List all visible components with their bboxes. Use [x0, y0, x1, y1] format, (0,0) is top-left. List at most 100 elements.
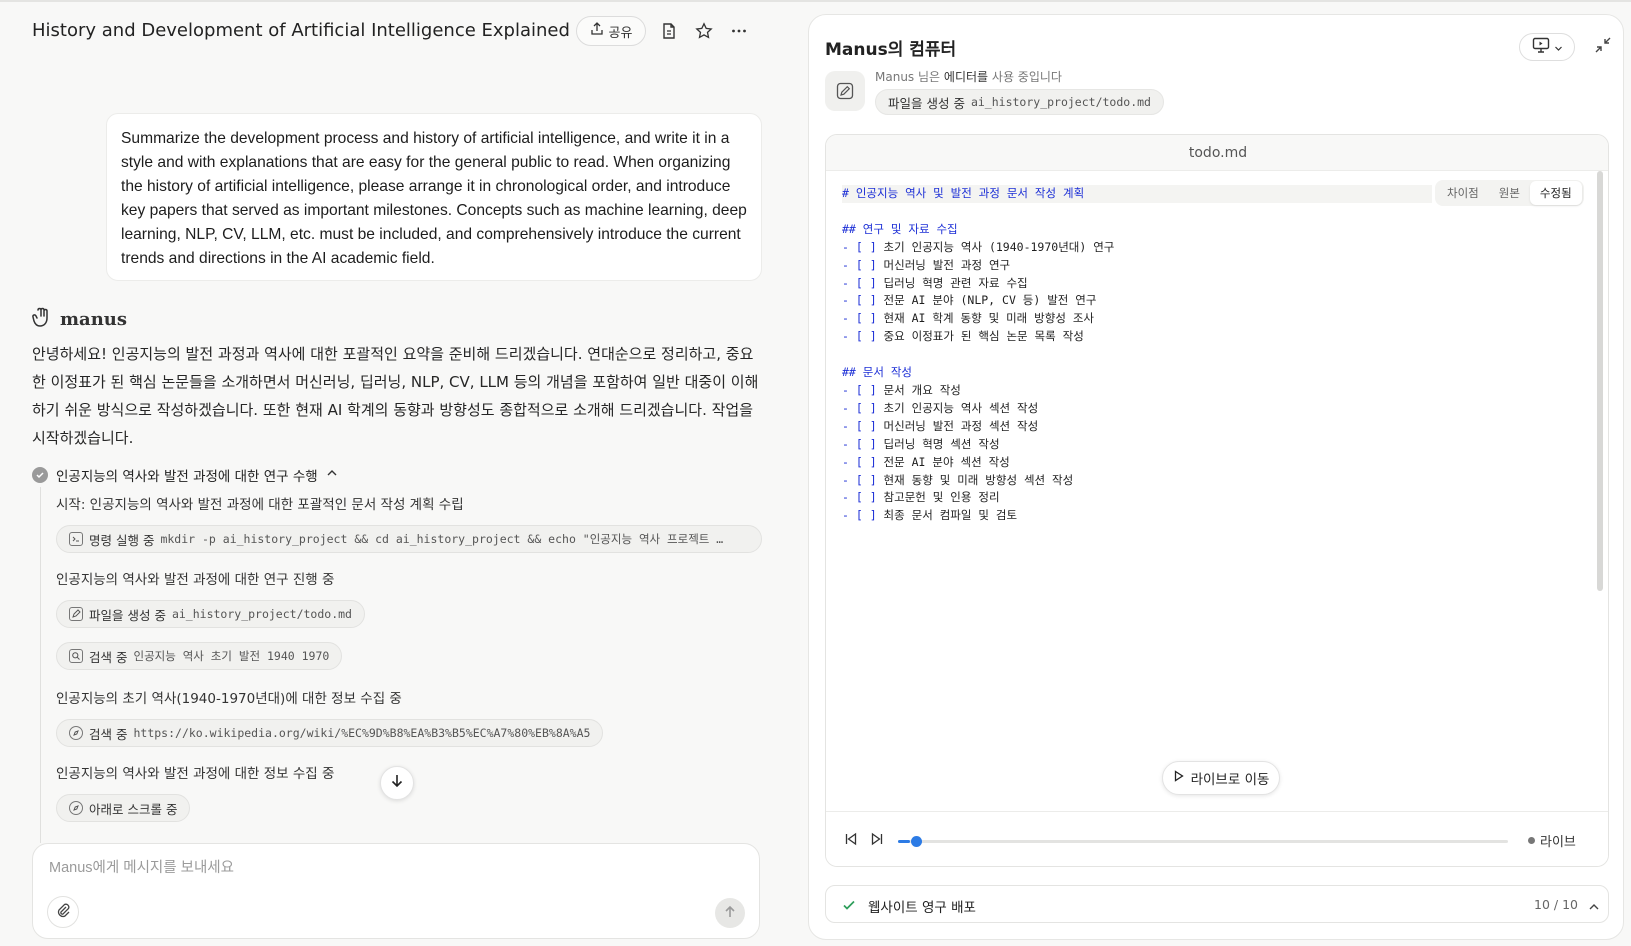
play-icon [1173, 770, 1185, 786]
todo-line: - [ ] 최종 문서 컴파일 및 검토 [842, 508, 1018, 523]
heading-line: ## 문서 작성 [842, 365, 913, 380]
collapse-icon [1594, 36, 1612, 58]
share-label: 공유 [608, 25, 633, 41]
file-content: # 인공지능 역사 및 발전 과정 문서 작성 계획 ## 연구 및 자료 수집… [842, 185, 1432, 525]
tab-diff[interactable]: 차이점 [1437, 181, 1489, 205]
todo-line: - [ ] 전문 AI 분야 (NLP, CV 등) 발전 연구 [842, 293, 1097, 308]
live-dot-icon [1528, 837, 1535, 844]
computer-status: Manus 님은 에디터를 사용 중입니다 [875, 68, 1062, 85]
view-tabs: 차이점 원본 수정됨 [1435, 180, 1584, 206]
todo-line: - [ ] 중요 이정표가 된 핵심 논문 목록 작성 [842, 329, 1084, 344]
task-timeline [40, 487, 41, 843]
playback-slider[interactable] [898, 836, 1508, 847]
arrow-up-icon [723, 904, 737, 923]
scroll-down-button[interactable] [380, 766, 414, 800]
current-action-pill: 파일을 생성 중 ai_history_project/todo.md [875, 89, 1164, 115]
more-icon[interactable] [727, 19, 751, 43]
message-composer [32, 843, 760, 939]
search-icon [69, 649, 83, 663]
minimize-button[interactable] [1591, 35, 1615, 59]
action-pill[interactable]: 파일을 생성 중 ai_history_project/todo.md [56, 600, 365, 628]
playback-progress [898, 840, 911, 843]
monitor-icon [1532, 37, 1550, 57]
action-label: 파일을 생성 중 [89, 607, 166, 623]
check-icon [32, 467, 48, 483]
deploy-label: 웹사이트 영구 배포 [868, 900, 976, 916]
task-title: 인공지능의 역사와 발전 과정에 대한 연구 수행 [56, 469, 318, 485]
task-header[interactable]: 인공지능의 역사와 발전 과정에 대한 연구 수행 [32, 465, 338, 485]
todo-line: - [ ] 딥러닝 혁명 섹션 작성 [842, 436, 1000, 451]
action-detail: mkdir -p ai_history_project && cd ai_his… [160, 532, 724, 546]
heading-line: # 인공지능 역사 및 발전 과정 문서 작성 계획 [842, 185, 1432, 203]
todo-line: - [ ] 머신러닝 발전 과정 연구 [842, 257, 1011, 272]
task-step: 시작: 인공지능의 역사와 발전 과정에 대한 포괄적인 문서 작성 계획 수립 [56, 497, 464, 513]
todo-line: - [ ] 전문 AI 분야 섹션 작성 [842, 454, 1010, 469]
checkmark-icon [842, 897, 856, 916]
viewer-scrollbar[interactable] [1597, 171, 1603, 591]
todo-line: - [ ] 현재 AI 학계 동향 및 미래 방향성 조사 [842, 311, 1094, 326]
user-message: Summarize the development process and hi… [106, 113, 762, 281]
task-step: 인공지능의 초기 역사(1940-1970년대)에 대한 정보 수집 중 [56, 691, 402, 707]
share-icon [590, 22, 604, 40]
jump-to-live-button[interactable]: 라이브로 이동 [1162, 761, 1280, 795]
status-prefix: Manus 님은 [875, 70, 941, 84]
action-detail: https://ko.wikipedia.org/wiki/%EC%9D%B8%… [133, 726, 591, 740]
tab-original[interactable]: 원본 [1489, 181, 1530, 205]
skip-back-icon[interactable] [842, 830, 860, 848]
action-label: 명령 실행 중 [89, 532, 155, 548]
deploy-count: 10 / 10 [1534, 897, 1578, 912]
attach-button[interactable] [47, 896, 79, 928]
edit-icon [69, 607, 83, 621]
current-file-path: ai_history_project/todo.md [970, 95, 1151, 109]
computer-title: Manus의 컴퓨터 [825, 40, 957, 60]
page-title: History and Development of Artificial In… [32, 20, 570, 41]
view-mode-button[interactable] [1519, 33, 1575, 61]
manus-logo-icon [32, 306, 52, 332]
todo-line: - [ ] 딥러닝 혁명 관련 자료 수집 [842, 275, 1028, 290]
editor-app-icon [825, 71, 865, 111]
arrow-down-icon [389, 773, 405, 793]
todo-line: - [ ] 초기 인공지능 역사 섹션 작성 [842, 400, 1039, 415]
compass-icon [69, 801, 83, 815]
action-label: 아래로 스크롤 중 [89, 801, 178, 817]
share-button[interactable]: 공유 [576, 16, 646, 46]
todo-line: - [ ] 문서 개요 작성 [842, 382, 961, 397]
todo-line: - [ ] 초기 인공지능 역사 (1940-1970년대) 연구 [842, 239, 1115, 254]
action-pill[interactable]: 검색 중 https://ko.wikipedia.org/wiki/%EC%9… [56, 719, 604, 747]
skip-forward-icon[interactable] [868, 830, 886, 848]
assistant-brand: manus [32, 306, 127, 332]
chat-pane: History and Development of Artificial In… [0, 0, 790, 946]
playback-knob[interactable] [910, 836, 922, 847]
compass-icon [69, 726, 83, 740]
todo-line: - [ ] 현재 동향 및 미래 방향성 섹션 작성 [842, 472, 1074, 487]
todo-line: - [ ] 머신러닝 발전 과정 섹션 작성 [842, 418, 1039, 433]
jump-live-label: 라이브로 이동 [1190, 772, 1270, 788]
task-step: 인공지능의 역사와 발전 과정에 대한 정보 수집 중 [56, 766, 335, 782]
status-app: 에디터를 [943, 70, 989, 84]
live-label: 라이브 [1540, 835, 1576, 850]
send-button[interactable] [715, 898, 745, 928]
message-input[interactable] [49, 856, 699, 880]
star-icon[interactable] [692, 19, 716, 43]
playback-bar: 라이브 [826, 811, 1608, 866]
tab-modified[interactable]: 수정됨 [1529, 181, 1582, 205]
action-pill[interactable]: 아래로 스크롤 중 [56, 794, 191, 822]
chevron-up-icon[interactable] [326, 467, 338, 483]
action-detail: ai_history_project/todo.md [171, 607, 352, 621]
terminal-icon [69, 532, 83, 546]
viewer-title: todo.md [826, 135, 1608, 171]
deploy-status-bar[interactable]: 웹사이트 영구 배포 10 / 10 [825, 885, 1609, 923]
chevron-up-icon[interactable] [1588, 898, 1600, 917]
assistant-reply: 안녕하세요! 인공지능의 발전 과정과 역사에 대한 포괄적인 요약을 준비해 … [32, 345, 759, 447]
action-pill[interactable]: 검색 중 인공지능 역사 초기 발전 1940 1970 [56, 642, 343, 670]
heading-line: ## 연구 및 자료 수집 [842, 221, 958, 236]
task-step: 인공지능의 역사와 발전 과정에 대한 연구 진행 중 [56, 572, 335, 588]
current-action-label: 파일을 생성 중 [888, 95, 965, 111]
action-detail: 인공지능 역사 초기 발전 1940 1970 [133, 649, 330, 663]
action-pill[interactable]: 명령 실행 중 mkdir -p ai_history_project && c… [56, 525, 762, 553]
live-indicator[interactable]: 라이브 [1528, 831, 1576, 850]
todo-line: - [ ] 참고문헌 및 인용 정리 [842, 490, 1000, 505]
document-icon[interactable] [657, 19, 681, 43]
chevron-down-icon [1554, 38, 1563, 57]
